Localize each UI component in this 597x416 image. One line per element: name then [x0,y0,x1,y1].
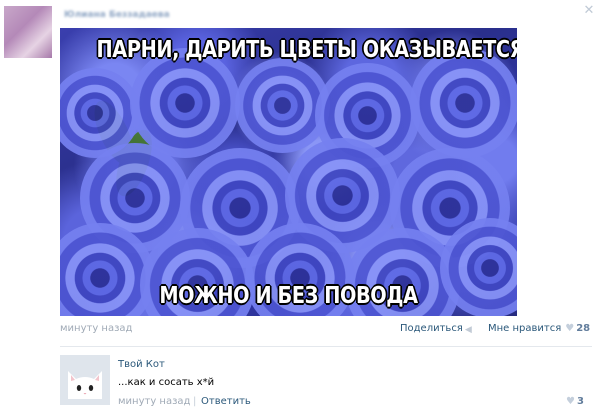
author-avatar[interactable] [4,6,52,58]
comment-like-button[interactable]: ♥ 3 [566,396,584,407]
megaphone-icon: ◀ [464,325,472,335]
heart-icon: ♥ [566,396,575,407]
wall-post: Юлиана Беззадаева ✕ ПАРНИ, ДАРИТЬ ЦВЕТЫ … [0,0,597,416]
like-button[interactable]: Мне нравится ♥ 28 [488,323,590,334]
cat-avatar[interactable] [60,355,110,405]
comment-time[interactable]: минуту назад [118,396,190,407]
post-time[interactable]: минуту назад [60,323,132,334]
comment-like-count: 3 [576,396,584,407]
share-label: Поделиться [400,323,463,334]
divider [60,346,592,347]
like-count: 28 [576,323,591,334]
meme-top-caption: ПАРНИ, ДАРИТЬ ЦВЕТЫ ОКАЗЫВАЕТСЯ [96,37,517,63]
comment-text: ...как и сосать х*й [118,377,215,388]
comment-author[interactable]: Твой Кот [118,359,165,370]
comment-separator: | [193,396,197,407]
post-footer: минуту назад Поделиться ◀ Мне нравится ♥ 28 [60,323,592,339]
meme-bottom-caption: МОЖНО И БЕЗ ПОВОДА [159,283,418,309]
cat-icon [60,355,110,405]
rose-shape [410,48,517,158]
heart-icon: ♥ [565,323,575,334]
author-name[interactable]: Юлиана Беззадаева [64,10,170,20]
close-icon[interactable]: ✕ [583,4,595,18]
rose-shape [130,48,240,158]
meme-image[interactable]: ПАРНИ, ДАРИТЬ ЦВЕТЫ ОКАЗЫВАЕТСЯ МОЖНО И … [60,28,517,316]
reply-button[interactable]: Ответить [201,396,251,407]
share-button[interactable]: Поделиться ◀ [400,323,475,335]
like-label: Мне нравится [488,323,562,334]
